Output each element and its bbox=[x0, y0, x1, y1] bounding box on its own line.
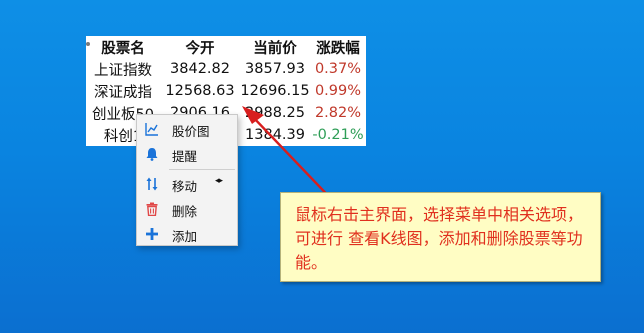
stock-name: 深证成指 bbox=[94, 84, 152, 101]
stock-current: 12696.15 bbox=[240, 83, 310, 99]
menu-item-label: 删除 bbox=[172, 204, 198, 219]
up-down-arrows-icon bbox=[146, 177, 158, 191]
stock-current: 3857.93 bbox=[245, 61, 305, 77]
menu-item-alert[interactable]: 提醒 bbox=[137, 142, 237, 166]
table-row[interactable]: 上证指数 3842.82 3857.93 0.37% bbox=[86, 58, 366, 80]
menu-item-label: 提醒 bbox=[172, 149, 198, 164]
stock-open: 3842.82 bbox=[170, 61, 230, 77]
menu-item-add[interactable]: 添加 bbox=[137, 222, 237, 246]
submenu-arrow-icon: ◂▸ bbox=[215, 176, 223, 186]
header-change: 涨跌幅 bbox=[316, 40, 360, 57]
menu-item-delete[interactable]: 删除 bbox=[137, 197, 237, 221]
trash-icon bbox=[146, 202, 158, 216]
stock-open: 12568.63 bbox=[165, 83, 235, 99]
stock-current: 2988.25 bbox=[245, 105, 305, 121]
line-chart-icon bbox=[145, 123, 158, 136]
table-row[interactable]: 深证成指 12568.63 12696.15 0.99% bbox=[86, 80, 366, 102]
stock-current: 1384.39 bbox=[245, 127, 305, 143]
menu-item-stock-chart[interactable]: 股价图 bbox=[137, 117, 237, 141]
stock-name: 上证指数 bbox=[94, 62, 152, 79]
header-name: 股票名 bbox=[101, 40, 145, 57]
menu-separator bbox=[169, 169, 235, 170]
stock-change: -0.21% bbox=[312, 127, 364, 143]
header-current: 当前价 bbox=[253, 40, 297, 57]
stock-change: 0.37% bbox=[314, 61, 362, 77]
menu-item-move[interactable]: 移动 ◂▸ bbox=[137, 172, 237, 196]
bell-icon bbox=[146, 148, 158, 161]
menu-item-label: 添加 bbox=[172, 229, 198, 244]
callout-text: 鼠标右击主界面，选择菜单中相关选项，可进行 查看K线图，添加和删除股票等功能。 bbox=[295, 205, 584, 272]
stock-change: 2.82% bbox=[314, 105, 362, 121]
plus-icon bbox=[146, 228, 158, 240]
header-open: 今开 bbox=[185, 40, 215, 57]
context-menu: 股价图 提醒 移动 ◂▸ 删除 添加 bbox=[136, 114, 238, 246]
menu-item-label: 移动 bbox=[172, 179, 198, 194]
callout-note: 鼠标右击主界面，选择菜单中相关选项，可进行 查看K线图，添加和删除股票等功能。 bbox=[280, 192, 601, 282]
table-header-row: 股票名 今开 当前价 涨跌幅 bbox=[86, 36, 366, 58]
menu-item-label: 股价图 bbox=[172, 124, 210, 139]
stock-change: 0.99% bbox=[314, 83, 362, 99]
